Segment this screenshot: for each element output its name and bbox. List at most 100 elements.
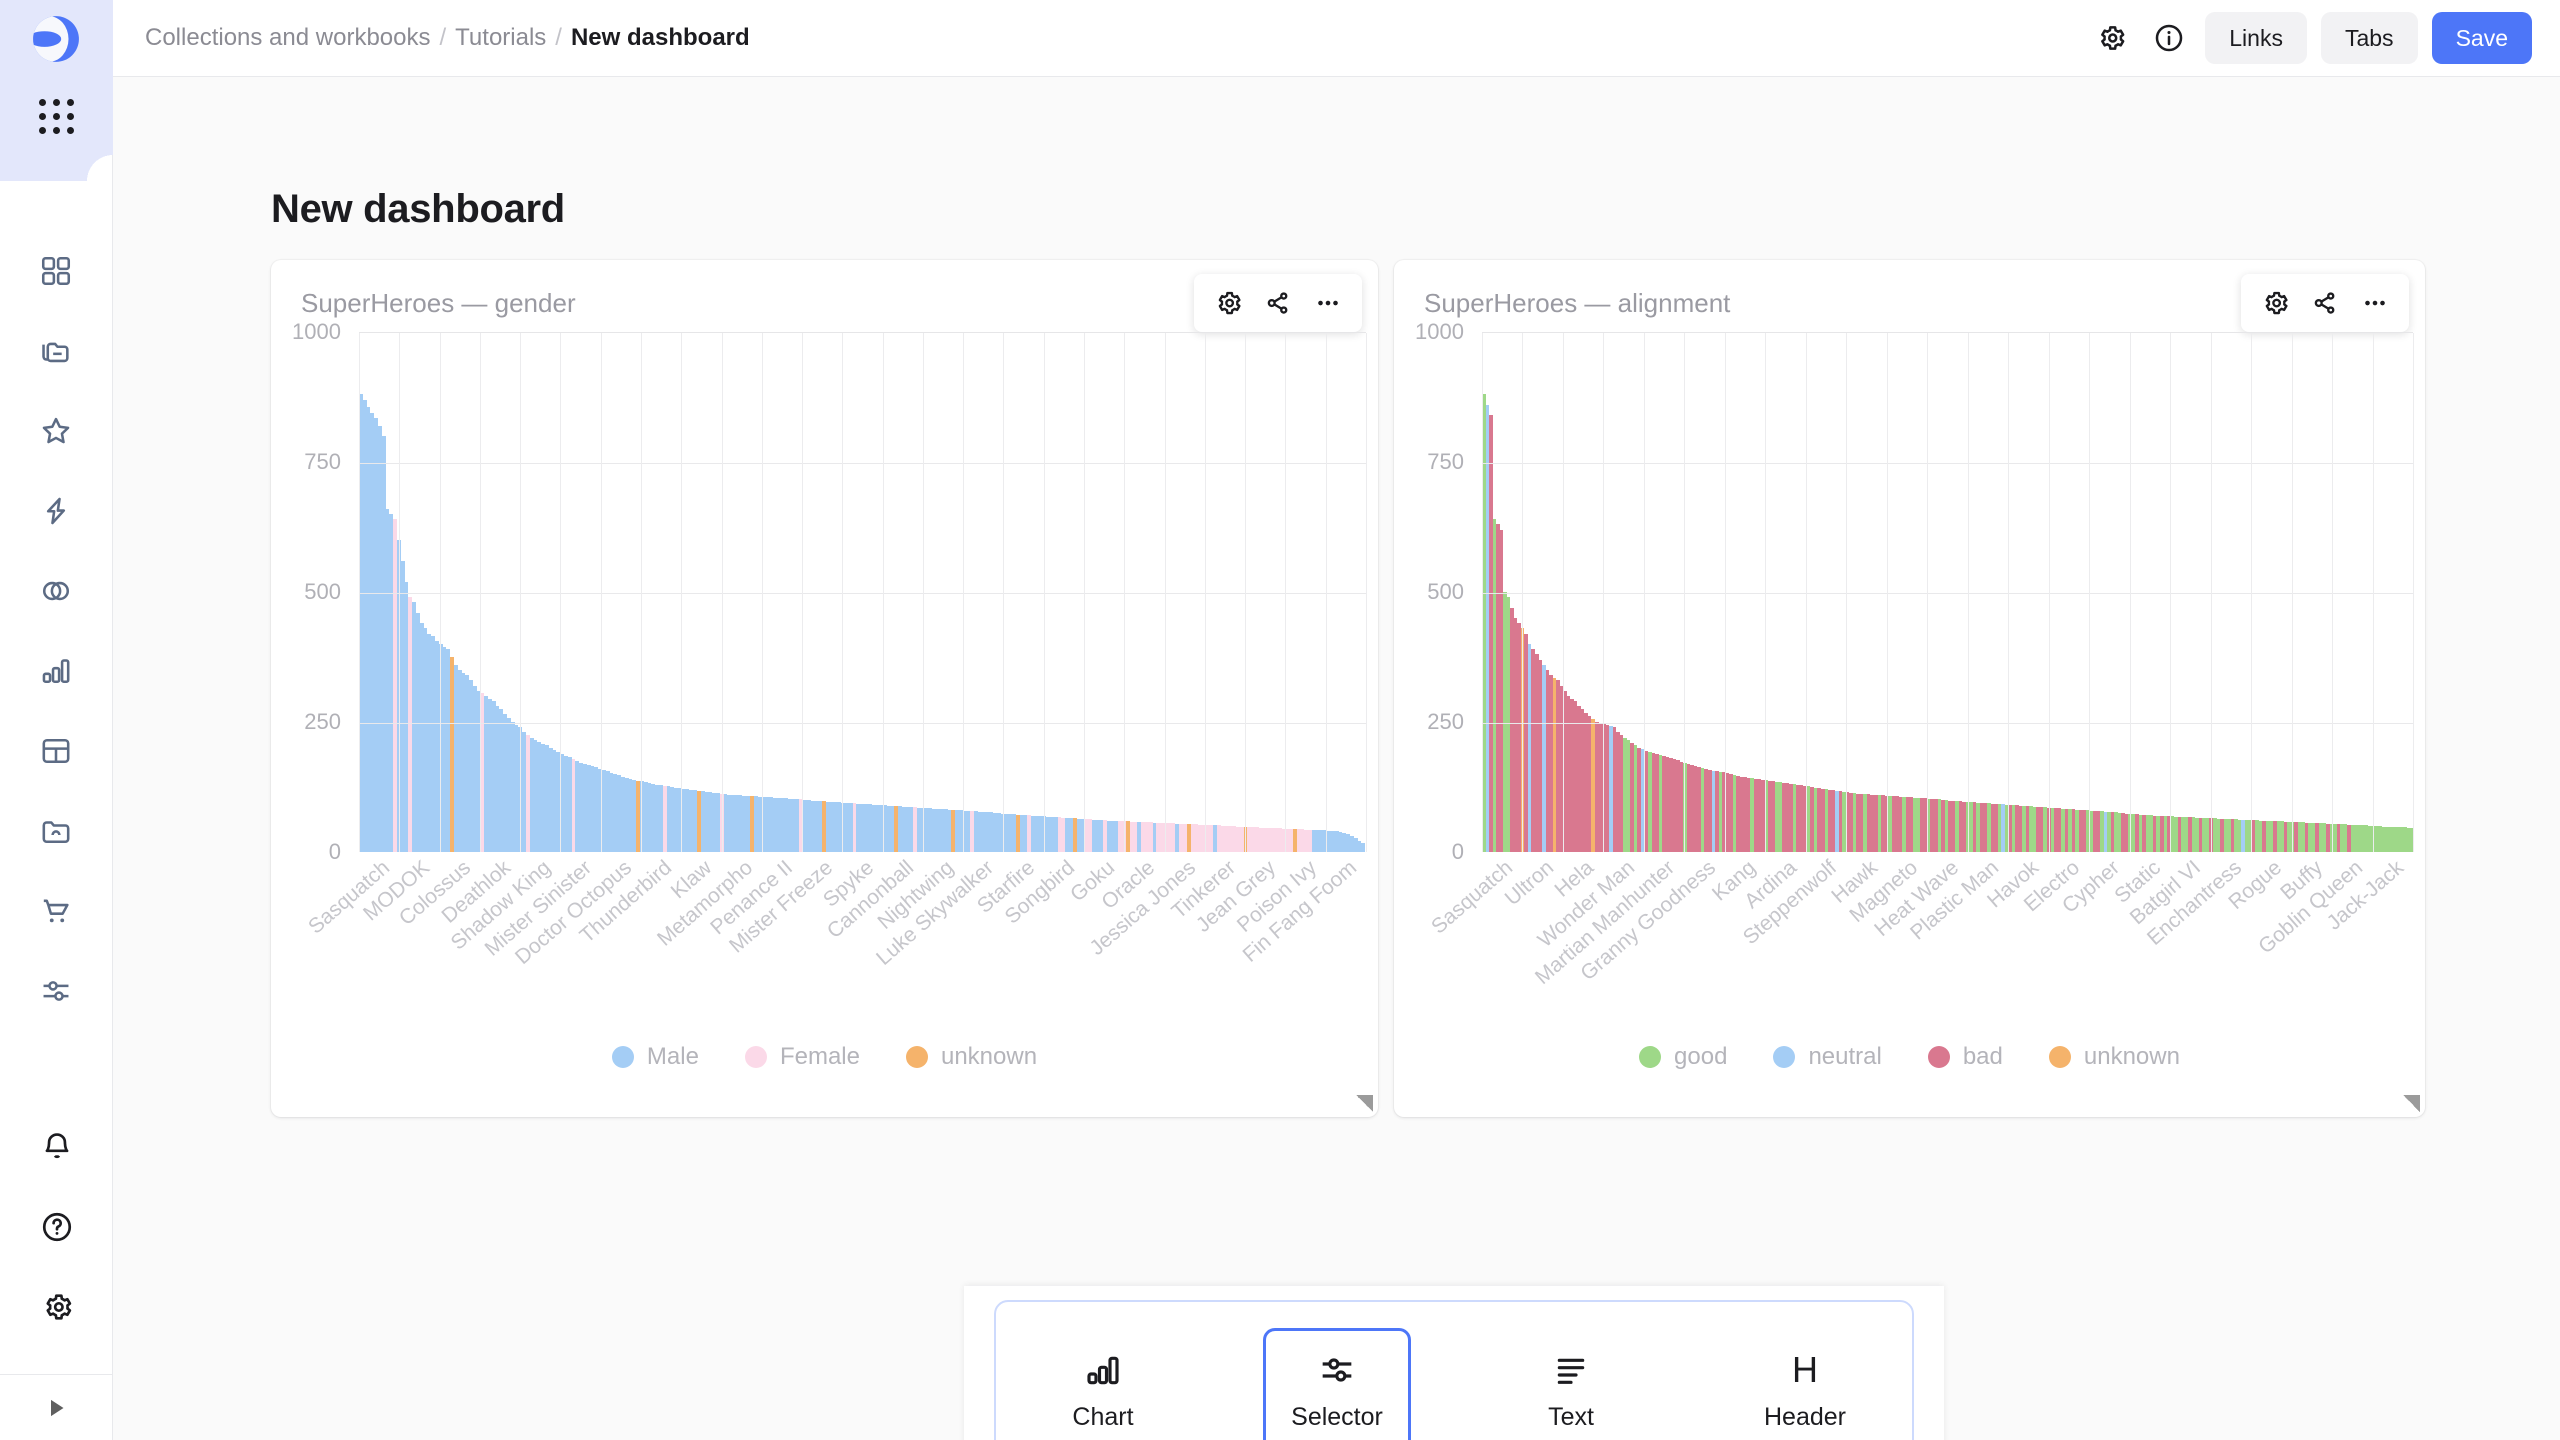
y-axis-tick: 1000 [1415,319,1464,344]
gridline-vertical [1084,333,1086,852]
chart-links-button[interactable] [1256,281,1300,325]
legend-item[interactable]: neutral [1773,1043,1882,1071]
sidebar-item-notifications[interactable] [0,1107,113,1187]
gridline [359,723,1366,724]
legend-item[interactable]: unknown [905,1043,1038,1071]
gridline-vertical [1805,333,1807,852]
sidebar-item-files[interactable] [0,791,113,871]
y-axis-tick: 500 [304,579,341,604]
gridline-vertical [2332,333,2334,852]
legend-item[interactable]: Female [744,1043,860,1071]
dashboard-info-button[interactable] [2147,16,2191,60]
sidebar-item-favorites[interactable] [0,391,113,471]
gridline-vertical [2008,333,2010,852]
add-text-button[interactable]: Text [1497,1328,1645,1440]
app-logo[interactable] [0,0,113,77]
gridline-vertical [2291,333,2293,852]
gridline-vertical [2413,333,2414,852]
sidebar-item-datasets[interactable] [0,711,113,791]
legend-label: Female [779,1043,860,1070]
plot-area-wrap: 0 250 500 750 1000 [271,319,1378,864]
resize-handle-icon[interactable] [2403,1095,2420,1112]
share-nodes-icon [2314,292,2335,314]
gridline-vertical [1562,333,1564,852]
y-axis-tick: 500 [1427,579,1464,604]
main-area: Collections and workbooks / Tutorials / … [113,0,2560,1440]
widget-superheroes-alignment[interactable]: SuperHeroes — alignment 0 250 500 750 10… [1394,260,2425,1117]
table-icon [42,738,70,764]
breadcrumb-item-current: New dashboard [570,24,750,51]
sidebar-item-charts[interactable] [0,631,113,711]
add-header-button[interactable]: H Header [1731,1328,1879,1440]
gridline-vertical [761,333,763,852]
legend-label: unknown [940,1043,1038,1070]
bar-chart-icon [42,659,70,684]
save-button[interactable]: Save [2431,12,2532,64]
gridline-vertical [1765,333,1767,852]
folder-collection-icon [42,342,69,363]
add-chart-label: Chart [1072,1402,1134,1431]
top-bar: Collections and workbooks / Tutorials / … [113,0,2560,77]
y-axis-labels: 0 250 500 750 1000 [1394,319,1474,864]
expand-sidebar-button[interactable] [0,1374,112,1440]
gridline-vertical [1366,333,1367,852]
breadcrumb-item-tutorials[interactable]: Tutorials [455,24,546,52]
sidebar-item-collections[interactable] [0,311,113,391]
legend-label: bad [1962,1043,2003,1070]
widget-actions [2241,274,2409,332]
ellipsis-icon [2365,300,2385,306]
x-axis-labels: Sasquatch MODOK Colossus Deathlok Shadow Kin… [304,856,1366,1006]
gridline-vertical [1482,333,1483,852]
breadcrumb-item-collections[interactable]: Collections and workbooks [145,24,430,52]
gridline-vertical [479,333,481,852]
y-axis-tick: 0 [328,839,341,864]
gridline-vertical [2210,333,2212,852]
chart-more-button[interactable] [1306,281,1350,325]
left-sidebar [0,0,113,1440]
chart-settings-button[interactable] [2253,281,2297,325]
chart-settings-button[interactable] [1206,281,1250,325]
gridline-vertical [802,333,804,852]
chart-gender[interactable]: 0 250 500 750 1000 Sasquatch MODOK Colossus Dea… [271,319,1378,1117]
legend-item[interactable]: Male [611,1043,699,1071]
legend-item[interactable]: good [1639,1043,1727,1071]
info-circle-icon [2155,24,2183,52]
tabs-button[interactable]: Tabs [2320,12,2418,64]
add-chart-button[interactable]: Chart [1029,1328,1177,1440]
resize-handle-icon[interactable] [1356,1095,1373,1112]
sidebar-item-connections[interactable] [0,551,113,631]
dashboard-canvas: New dashboard SuperHeroes — gender 0 250… [113,77,2560,1440]
gridline [1482,723,2413,724]
sidebar-item-sliders[interactable] [0,951,113,1031]
links-button[interactable]: Links [2205,12,2307,64]
dashboard-settings-button[interactable] [2089,16,2133,60]
legend-color-dot [1927,1046,1950,1068]
sidebar-item-quick-start[interactable] [0,471,113,551]
sliders-icon [1317,1349,1357,1391]
gridline-vertical [2170,333,2172,852]
gridline-vertical [359,333,360,852]
legend-item[interactable]: bad [1927,1043,2003,1071]
gear-icon [1218,291,1241,315]
sidebar-item-settings[interactable] [0,1267,113,1347]
chart-legend: Male Female unknown [271,1043,1378,1071]
breadcrumb: Collections and workbooks / Tutorials / … [145,24,750,52]
widget-superheroes-gender[interactable]: SuperHeroes — gender 0 250 500 750 1000 … [271,260,1378,1117]
page-title: New dashboard [271,187,565,231]
chart-alignment[interactable]: 0 250 500 750 1000 Sasquatch Ultron Hela Wonder… [1394,319,2425,1117]
y-axis-tick: 250 [304,709,341,734]
chart-links-button[interactable] [2303,281,2347,325]
legend-item[interactable]: unknown [2048,1043,2180,1071]
datalens-logo-icon [33,15,79,62]
gridline-vertical [1886,333,1888,852]
add-selector-button[interactable]: Selector [1263,1328,1411,1440]
apps-grid-button[interactable] [0,77,113,155]
sidebar-item-help[interactable] [0,1187,113,1267]
gridline-vertical [1684,333,1686,852]
gridline-vertical [1967,333,1969,852]
gridline-vertical [560,333,562,852]
chart-more-button[interactable] [2353,281,2397,325]
top-bar-actions: Links Tabs Save [2089,12,2532,64]
sidebar-item-dashboards[interactable] [0,231,113,311]
sidebar-item-marketplace[interactable] [0,871,113,951]
